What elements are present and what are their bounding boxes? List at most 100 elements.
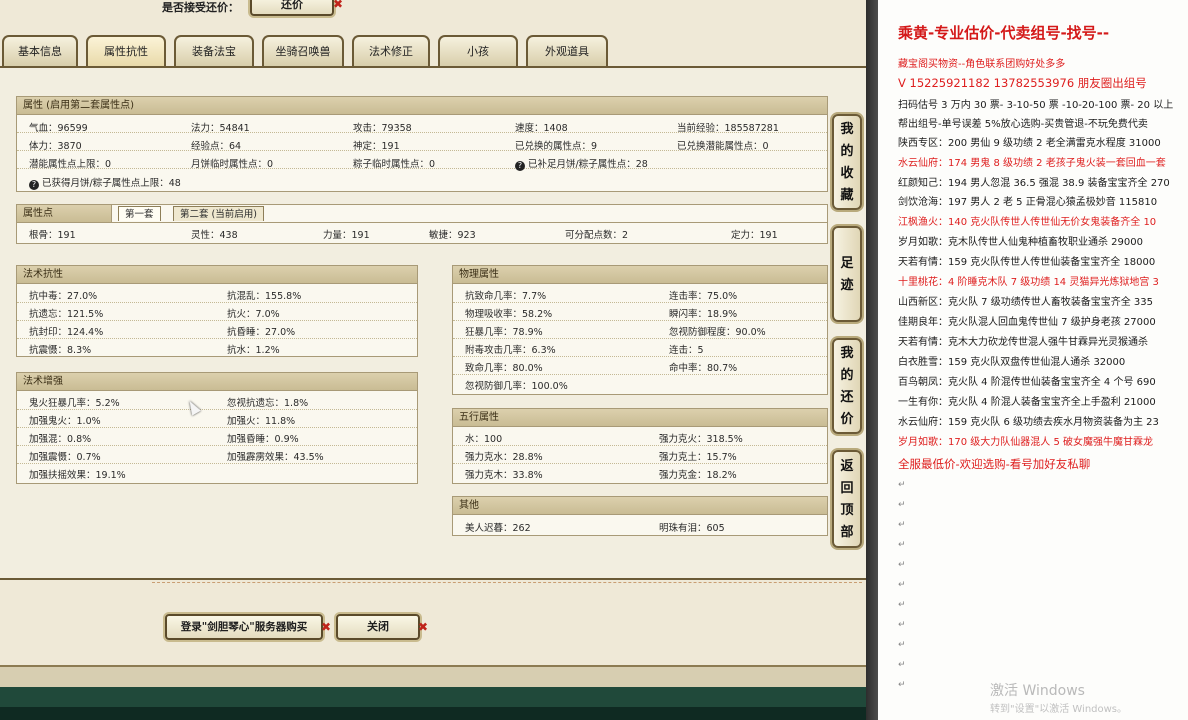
attr-stamina: 体力：3870 [29, 141, 82, 152]
enhance-fire: 加强火：11.8% [227, 416, 296, 427]
tab-child[interactable]: 小孩 [438, 35, 518, 67]
phys-combo-rate: 连击率：75.0% [669, 291, 738, 302]
phys-ignore-def-rate: 忽视防御几率：100.0% [465, 381, 568, 392]
elem-vs-water: 强力克水：28.8% [465, 452, 543, 463]
phys-rage: 狂暴几率：78.9% [465, 327, 543, 338]
help-icon[interactable]: ? [515, 161, 525, 171]
paragraph-mark: ↵ [898, 540, 906, 550]
tab-basic-info[interactable]: 基本信息 [2, 35, 78, 67]
attributes-title: 属性 (启用第二套属性点) [17, 97, 827, 115]
activation-watermark: 激活 Windows [990, 683, 1085, 699]
enhance-fuyao: 加强扶摇效果：19.1% [29, 470, 126, 481]
back-to-top-button[interactable]: 返回顶部 [832, 450, 862, 548]
resist-fire: 抗火：7.0% [227, 309, 280, 320]
physical-section: 物理属性 抗致命几率：7.7% 连击率：75.0% 物理吸收率：58.2% 瞬闪… [452, 265, 828, 395]
window-divider [866, 0, 878, 720]
phys-anti-crit: 抗致命几率：7.7% [465, 291, 547, 302]
doc-line: 一生有你：克火队 4 阶混人装备宝宝齐全上手盈利 21000 [898, 397, 1156, 408]
attr-mp: 法力：54841 [191, 123, 250, 134]
tab-set-one[interactable]: 第一套 [118, 206, 161, 221]
point-endurance: 定力：191 [731, 230, 778, 241]
enhance-ignore-forget: 忽视抗遗忘：1.8% [227, 398, 309, 409]
doc-line: 帮出组号-单号误差 5%放心选购-买贵管退-不玩免费代卖 [898, 119, 1148, 130]
doc-line: 水云仙府：159 克火队 6 级功绩去疾水月物资装备为主 23 [898, 417, 1159, 428]
resist-sleep: 抗昏睡：27.0% [227, 327, 296, 338]
elem-vs-metal: 强力克金：18.2% [659, 470, 737, 481]
attr-filled: ? 已补足月饼/粽子属性点：28 [515, 156, 648, 171]
elem-water: 水：100 [465, 434, 503, 445]
doc-line: 剑饮沧海：197 男人 2 老 5 正骨混心猿孟极妙音 115810 [898, 197, 1158, 208]
document-pane: 乘黄-专业估价-代卖组号-找号-- 藏宝阁买物资--角色联系团购好处多多 V 15… [878, 0, 1188, 720]
close-button[interactable]: 关闭 [336, 614, 420, 640]
tab-attributes[interactable]: 属性抗性 [86, 35, 166, 67]
my-offers-button[interactable]: 我的还价 [832, 338, 862, 434]
game-window: 是否接受还价： 还价 ✖ 基本信息 属性抗性 装备法宝 坐骑召唤兽 法术修正 小… [0, 0, 866, 720]
doc-line: 天若有情：克木大力砍龙传世混人强牛甘霖异光灵猴通杀 [898, 337, 1148, 348]
enhance-title: 法术增强 [17, 373, 417, 391]
paragraph-mark: ↵ [898, 680, 906, 690]
elements-title: 五行属性 [453, 409, 827, 427]
phys-crit: 致命几率：80.0% [465, 363, 543, 374]
doc-title: 乘黄-专业估价-代卖组号-找号-- [898, 24, 1110, 42]
doc-line: 天若有情：159 克火队传世人传世仙装备宝宝齐全 18000 [898, 257, 1156, 268]
enhance-chaos: 加强混：0.8% [29, 434, 92, 445]
attributes-section: 属性 (启用第二套属性点) 气血：96599 法力：54841 攻击：79358… [16, 96, 828, 192]
phys-combo: 连击：5 [669, 345, 704, 356]
enhance-ghostfire-rage: 鬼火狂暴几率：5.2% [29, 398, 120, 409]
point-root: 根骨：191 [29, 230, 76, 241]
tab-equipment[interactable]: 装备法宝 [174, 35, 254, 67]
enhance-ghostfire: 加强鬼火：1.0% [29, 416, 101, 427]
elem-vs-fire: 强力克火：318.5% [659, 434, 743, 445]
other-section: 其他 美人迟暮：262 明珠有泪：605 [452, 496, 828, 536]
attr-exchanged: 已兑换的属性点：9 [515, 141, 598, 152]
doc-line: 白衣胜雪：159 克火队双盘传世仙混人通杀 32000 [898, 357, 1126, 368]
my-favorites-button[interactable]: 我的收藏 [832, 114, 862, 210]
tab-set-two[interactable]: 第二套 (当前启用) [173, 206, 264, 221]
doc-line: 全服最低价-欢迎选购-看号加好友私聊 [898, 457, 1091, 471]
point-available: 可分配点数：2 [565, 230, 629, 241]
close-icon[interactable]: ✖ [333, 0, 343, 11]
resist-water: 抗水：1.2% [227, 345, 280, 356]
attr-focus: 神定：191 [353, 141, 400, 152]
doc-line: V 15225921182 13782553976 朋友圈出组号 [898, 76, 1147, 90]
doc-line: 佳期良年：克火队混人回血鬼传世仙 7 级护身老孩 27000 [898, 317, 1156, 328]
attr-exp-points: 经验点：64 [191, 141, 242, 152]
phys-ignore-def: 忽视防御程度：90.0% [669, 327, 766, 338]
counter-offer-button[interactable]: 还价 [250, 0, 334, 16]
offer-label: 是否接受还价： [162, 1, 239, 14]
phys-absorb: 物理吸收率：58.2% [465, 309, 553, 320]
activation-watermark-sub: 转到"设置"以激活 Windows。 [990, 704, 1128, 715]
resist-section: 法术抗性 抗中毒：27.0% 抗混乱：155.8% 抗遗忘：121.5% 抗火：… [16, 265, 418, 357]
doc-line: 岁月如歌：克木队传世人仙鬼种植畜牧职业通杀 29000 [898, 237, 1143, 248]
tab-mounts-pets[interactable]: 坐骑召唤兽 [262, 35, 344, 67]
doc-line: 山西新区：克火队 7 级功绩传世人畜牧装备宝宝齐全 335 [898, 297, 1153, 308]
attr-exp: 当前经验：185587281 [677, 123, 779, 134]
enhance-thunder: 加强霹雳效果：43.5% [227, 452, 324, 463]
tab-spell-correction[interactable]: 法术修正 [352, 35, 430, 67]
phys-poison-attack: 附毒攻击几率：6.3% [465, 345, 556, 356]
point-agility: 敏捷：923 [429, 230, 476, 241]
attr-speed: 速度：1408 [515, 123, 568, 134]
paragraph-mark: ↵ [898, 600, 906, 610]
close-icon[interactable]: ✖ [418, 620, 428, 634]
close-icon[interactable]: ✖ [321, 620, 331, 634]
tab-appearance[interactable]: 外观道具 [526, 35, 608, 67]
attr-zongzi-temp: 粽子临时属性点：0 [353, 159, 436, 170]
offer-bar: 是否接受还价： 还价 ✖ [0, 0, 866, 34]
content-panel: 属性 (启用第二套属性点) 气血：96599 法力：54841 攻击：79358… [0, 66, 866, 580]
doc-line: 百鸟朝凤：克火队 4 阶混传世仙装备宝宝齐全 4 个号 690 [898, 377, 1156, 388]
enhance-shock: 加强震慑：0.7% [29, 452, 101, 463]
paragraph-mark: ↵ [898, 500, 906, 510]
other-title: 其他 [453, 497, 827, 515]
elem-vs-wood: 强力克木：33.8% [465, 470, 543, 481]
phys-hit: 命中率：80.7% [669, 363, 738, 374]
attr-hp: 气血：96599 [29, 123, 88, 134]
login-server-buy-button[interactable]: 登录"剑胆琴心"服务器购买 [165, 614, 323, 640]
points-section: 属性点 第一套 第二套 (当前启用) 根骨：191 灵性：438 力量：191 … [16, 204, 828, 244]
paragraph-mark: ↵ [898, 480, 906, 490]
help-icon[interactable]: ? [29, 180, 39, 190]
doc-line: 扫码估号 3 万内 30 票- 3-10-50 票 -10-20-100 票- … [898, 100, 1174, 111]
resist-poison: 抗中毒：27.0% [29, 291, 98, 302]
enhance-section: 法术增强 鬼火狂暴几率：5.2% 忽视抗遗忘：1.8% 加强鬼火：1.0% 加强… [16, 372, 418, 484]
footprints-button[interactable]: 足迹 [832, 226, 862, 322]
